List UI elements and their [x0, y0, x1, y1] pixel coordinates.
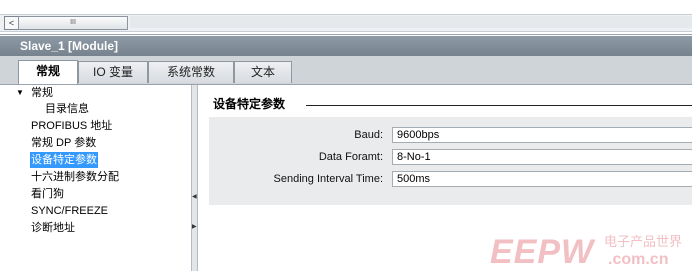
scrollbar-track[interactable] — [130, 16, 692, 28]
properties-content: ▼ 常规 目录信息 PROFIBUS 地址 常规 DP 参数 设备特定参数 十六… — [0, 85, 692, 271]
top-strip: < III — [0, 0, 692, 35]
scrollbar-thumb[interactable]: III — [18, 16, 128, 30]
data-format-field[interactable]: 8-No-1 — [392, 149, 692, 165]
sending-interval-field[interactable]: 500ms — [392, 171, 692, 187]
data-format-label: Data Foramt: — [318, 151, 383, 163]
nav-item-general-dp-params[interactable]: 常规 DP 参数 — [30, 135, 97, 151]
nav-item-diagnostic-address[interactable]: 诊断地址 — [30, 220, 76, 236]
horizontal-scrollbar[interactable]: < III — [0, 14, 692, 32]
section-title: 设备特定参数 — [213, 97, 286, 111]
nav-item-catalog-info[interactable]: 目录信息 — [44, 101, 90, 117]
grip-icon: III — [70, 19, 76, 26]
tab-io-tags[interactable]: IO 变量 — [78, 61, 148, 83]
collapse-left-arrow-icon[interactable]: ◀ — [192, 193, 197, 201]
tab-general[interactable]: 常规 — [18, 60, 78, 84]
expand-triangle-icon[interactable]: ▼ — [16, 85, 24, 101]
sending-interval-label: Sending Interval Time: — [273, 173, 383, 185]
navigation-tree: ▼ 常规 目录信息 PROFIBUS 地址 常规 DP 参数 设备特定参数 十六… — [16, 85, 192, 271]
nav-item-hex-param-assignment[interactable]: 十六进制参数分配 — [30, 169, 120, 185]
tab-system-constants[interactable]: 系统常数 — [148, 61, 234, 83]
baud-label: Baud: — [354, 129, 383, 141]
nav-item-profibus-address[interactable]: PROFIBUS 地址 — [30, 118, 113, 134]
module-title-bar: Slave_1 [Module] — [0, 36, 692, 56]
baud-field[interactable]: 9600bps — [392, 127, 692, 143]
nav-item-watchdog[interactable]: 看门狗 — [30, 186, 65, 202]
section-divider — [306, 105, 692, 106]
parameter-fields: Baud: 9600bps Data Foramt: 8-No-1 Sendin… — [209, 117, 692, 205]
expand-right-arrow-icon[interactable]: ▶ — [192, 223, 197, 231]
scroll-left-arrow-icon[interactable]: < — [4, 16, 19, 30]
nav-item-sync-freeze[interactable]: SYNC/FREEZE — [30, 203, 109, 219]
nav-item-general[interactable]: ▼ 常规 — [16, 85, 54, 101]
panel-splitter[interactable]: ◀ ▶ — [191, 85, 198, 271]
tab-row: 常规 IO 变量 系统常数 文本 — [0, 56, 692, 85]
nav-item-device-specific-params[interactable]: 设备特定参数 — [30, 152, 98, 168]
nav-item-label: 常规 — [31, 87, 53, 99]
parameters-panel: 设备特定参数 Baud: 9600bps Data Foramt: 8-No-1… — [199, 85, 692, 271]
tab-texts[interactable]: 文本 — [234, 61, 292, 83]
